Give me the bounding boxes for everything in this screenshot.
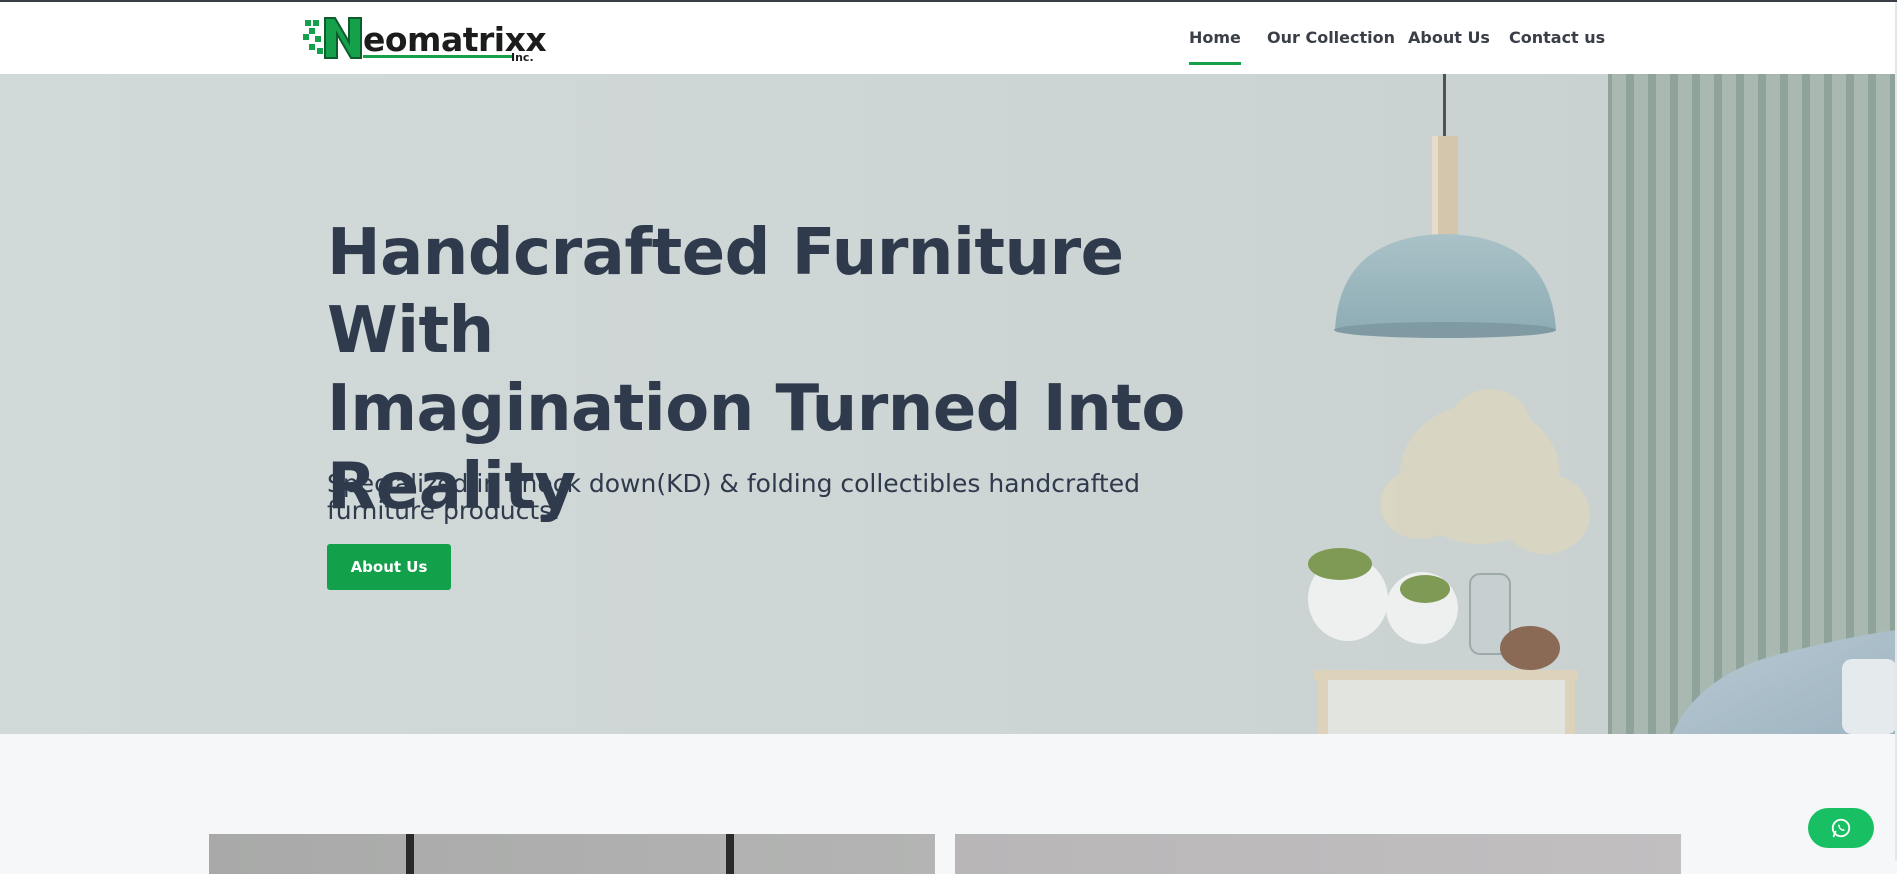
main-nav: Home Our Collection About Us Contact us: [0, 2, 1897, 74]
card-image-detail: [726, 834, 734, 874]
about-us-button[interactable]: About Us: [327, 544, 451, 590]
card-image-detail: [406, 834, 414, 874]
hero-subtitle: Specialized in knock down(KD) & folding …: [327, 469, 1140, 525]
collection-card[interactable]: [209, 834, 935, 874]
hero-title-line-1: Handcrafted Furniture With: [327, 216, 1124, 368]
hero-title-line-2: Imagination Turned Into: [327, 372, 1185, 446]
nav-contact-us[interactable]: Contact us: [1509, 28, 1605, 47]
collection-card[interactable]: [955, 834, 1681, 874]
nav-home[interactable]: Home: [1189, 28, 1241, 65]
whatsapp-button[interactable]: [1808, 808, 1874, 848]
nav-our-collection[interactable]: Our Collection: [1267, 28, 1395, 47]
collection-section: [0, 734, 1897, 874]
hero-banner: Handcrafted Furniture With Imagination T…: [0, 74, 1897, 734]
whatsapp-icon: [1831, 818, 1851, 838]
nav-about-us[interactable]: About Us: [1408, 28, 1490, 47]
